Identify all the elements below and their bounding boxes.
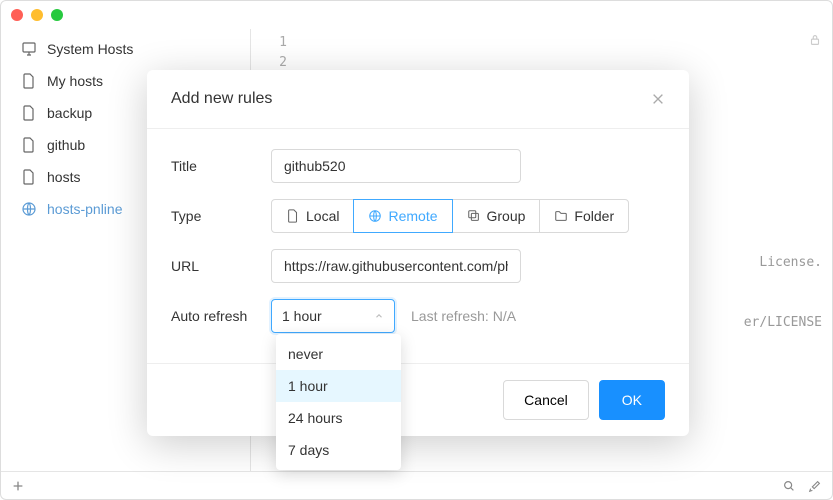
auto-refresh-label: Auto refresh (171, 308, 271, 324)
file-icon (21, 73, 37, 89)
file-icon (21, 105, 37, 121)
sidebar-item-label: System Hosts (47, 41, 133, 57)
file-icon (21, 169, 37, 185)
sidebar-item-label: github (47, 137, 85, 153)
type-option-local[interactable]: Local (271, 199, 354, 233)
sidebar-item-label: hosts-pnline (47, 201, 123, 217)
sidebar-item-label: backup (47, 105, 92, 121)
sidebar-item-label: hosts (47, 169, 80, 185)
file-icon (21, 137, 37, 153)
modal-title: Add new rules (171, 90, 272, 108)
cancel-button[interactable]: Cancel (503, 380, 589, 420)
window-minimize-button[interactable] (31, 9, 43, 21)
type-option-remote[interactable]: Remote (353, 199, 452, 233)
auto-refresh-select[interactable]: 1 hour (271, 299, 395, 333)
add-button[interactable] (11, 479, 25, 493)
copy-icon (467, 209, 481, 223)
ok-button[interactable]: OK (599, 380, 665, 420)
title-input[interactable] (271, 149, 521, 183)
refresh-option-1-hour[interactable]: 1 hour (276, 370, 401, 402)
url-label: URL (171, 258, 271, 274)
settings-icon[interactable] (808, 479, 822, 493)
window-maximize-button[interactable] (51, 9, 63, 21)
type-label: Type (171, 208, 271, 224)
search-icon[interactable] (782, 479, 796, 493)
chevron-up-icon (374, 311, 384, 321)
globe-icon (21, 201, 37, 217)
globe-icon (368, 209, 382, 223)
lock-icon (808, 33, 822, 47)
file-icon (286, 209, 300, 223)
type-option-folder[interactable]: Folder (539, 199, 629, 233)
window-close-button[interactable] (11, 9, 23, 21)
refresh-option-never[interactable]: never (276, 338, 401, 370)
last-refresh-text: Last refresh: N/A (411, 308, 516, 324)
type-option-group[interactable]: Group (452, 199, 541, 233)
title-label: Title (171, 158, 271, 174)
refresh-option-24-hours[interactable]: 24 hours (276, 402, 401, 434)
close-icon[interactable] (651, 92, 665, 106)
desktop-icon (21, 41, 37, 57)
folder-icon (554, 209, 568, 223)
url-input[interactable] (271, 249, 521, 283)
auto-refresh-dropdown: never 1 hour 24 hours 7 days (276, 334, 401, 470)
sidebar-item-label: My hosts (47, 73, 103, 89)
add-rules-modal: Add new rules Title Type Local (147, 70, 689, 436)
refresh-option-7-days[interactable]: 7 days (276, 434, 401, 466)
sidebar-item-system-hosts[interactable]: System Hosts (1, 33, 250, 65)
